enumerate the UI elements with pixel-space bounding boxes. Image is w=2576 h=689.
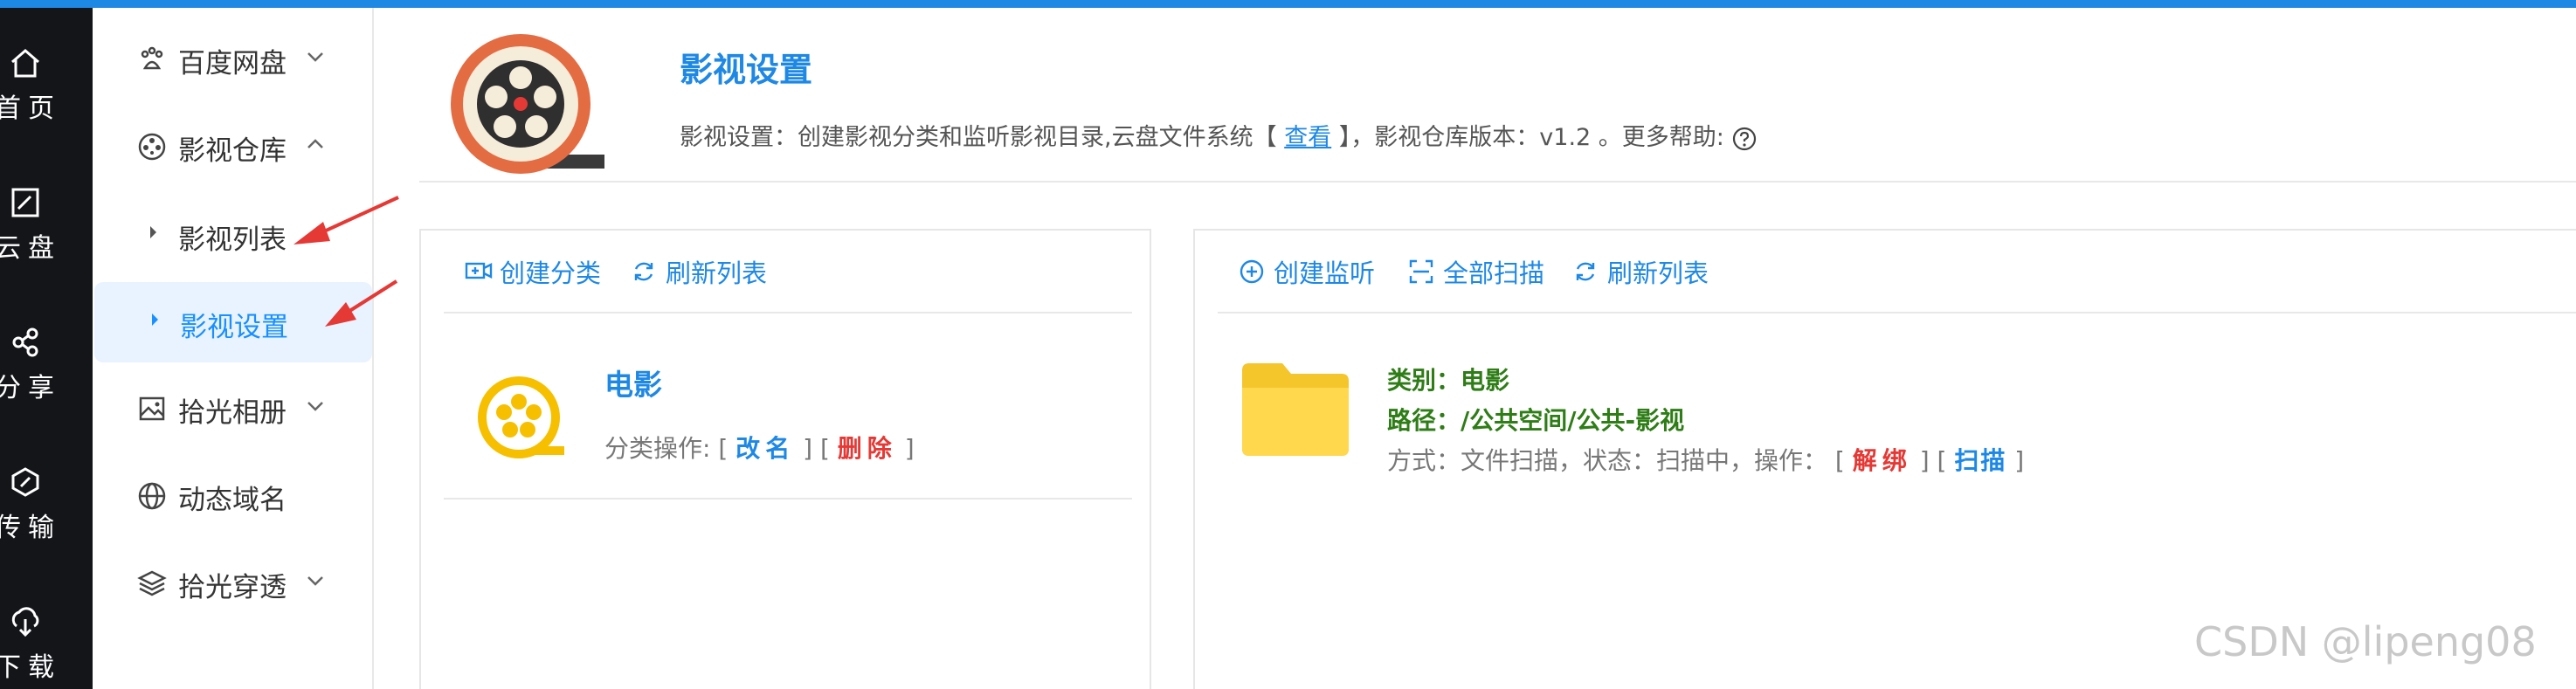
create-category-label: 创建分类 — [500, 258, 602, 288]
chevron-up-icon — [307, 139, 323, 148]
divider — [444, 312, 1132, 313]
bracket: [ — [718, 434, 729, 463]
transfer-icon — [11, 467, 39, 497]
nav-disk[interactable]: 云盘 — [0, 181, 93, 286]
chevron-down-icon — [307, 52, 323, 62]
nav-share[interactable]: 分享 — [0, 320, 93, 425]
watch-path: 路径：/公共空间/公共-影视 — [1387, 406, 1685, 435]
nav-home[interactable]: 首页 — [0, 41, 93, 146]
sidebar-item-photo-album-label: 拾光相册 — [178, 397, 287, 429]
sidebar-item-film-settings-label: 影视设置 — [180, 312, 288, 343]
bracket: ] — [904, 434, 915, 463]
refresh-category-label: 刷新列表 — [666, 258, 768, 288]
refresh-watch-label: 刷新列表 — [1607, 258, 1709, 288]
nav-download-label: 下载 — [0, 652, 61, 683]
scan-all-label: 全部扫描 — [1443, 258, 1545, 288]
chevron-down-icon — [307, 576, 323, 586]
bracket: [ — [819, 434, 830, 463]
watch-meta-text: 方式：文件扫描，状态：扫描中，操作： — [1387, 446, 1828, 475]
refresh-icon — [1576, 262, 1595, 281]
bracket: ] — [2014, 446, 2025, 475]
category-ops-label: 分类操作: — [604, 434, 711, 463]
nav-disk-label: 云盘 — [0, 233, 61, 264]
sidebar: 百度网盘 影视仓库 影视列表 影视设置 拾光相册 动态域名 拾光穿透 — [93, 8, 374, 689]
category-toolbar: 创建分类 刷新列表 — [421, 231, 1150, 313]
nav-share-label: 分享 — [0, 373, 61, 403]
sidebar-item-tunnel[interactable]: 拾光穿透 — [93, 544, 374, 623]
annotation-arrow — [325, 279, 398, 327]
divider — [1218, 312, 2576, 313]
bracket: [ — [1834, 446, 1845, 475]
divider — [444, 498, 1132, 500]
globe-icon — [138, 482, 166, 510]
bracket: ] — [1919, 446, 1930, 475]
chevron-down-icon — [307, 402, 323, 411]
sidebar-item-ddns[interactable]: 动态域名 — [93, 457, 374, 535]
rename-button[interactable]: 改名 — [736, 434, 795, 463]
folder-icon — [1242, 363, 1349, 456]
unbind-button[interactable]: 解绑 — [1853, 446, 1912, 475]
sidebar-item-tunnel-label: 拾光穿透 — [178, 572, 287, 603]
plus-circle-icon — [1240, 259, 1264, 284]
annotation-arrow — [294, 196, 399, 245]
left-nav: 首页 云盘 分享 传输 下载 — [0, 8, 93, 689]
scan-button[interactable]: 扫描 — [1954, 446, 2006, 475]
refresh-icon — [634, 262, 653, 281]
scan-icon — [1409, 259, 1433, 284]
film-reel-icon — [138, 133, 166, 161]
sidebar-item-photo-album[interactable]: 拾光相册 — [93, 369, 374, 448]
top-accent-bar — [0, 0, 2576, 8]
desc-prefix: 影视设置：创建影视分类和监听影视目录,云盘文件系统【 — [680, 124, 1277, 151]
page-title: 影视设置 — [680, 51, 813, 89]
caret-right-icon — [150, 226, 156, 238]
nav-download[interactable]: 下载 — [0, 600, 93, 689]
create-watch-label: 创建监听 — [1274, 258, 1376, 288]
sidebar-item-ddns-label: 动态域名 — [178, 485, 287, 516]
film-reel-logo-icon — [451, 34, 604, 174]
sidebar-item-film-repo[interactable]: 影视仓库 — [93, 107, 374, 186]
nav-home-label: 首页 — [0, 93, 61, 124]
category-ops: 分类操作: [ 改名 ] [ 删除 ] — [604, 430, 915, 465]
page-header: 影视设置 影视设置：创建影视分类和监听影视目录,云盘文件系统【 查看 】，影视仓… — [419, 8, 2576, 183]
layers-icon — [137, 570, 167, 596]
watch-toolbar: 创建监听 全部扫描 刷新列表 — [1195, 231, 2576, 313]
sidebar-item-baidu[interactable]: 百度网盘 — [93, 20, 374, 99]
desc-suffix: 】，影视仓库版本：v1.2 。更多帮助: — [1338, 124, 1724, 151]
home-icon — [11, 49, 39, 78]
category-name: 电影 — [604, 368, 662, 402]
bracket: [ — [1937, 446, 1947, 475]
sidebar-item-film-list-label: 影视列表 — [178, 224, 287, 256]
sidebar-item-film-repo-label: 影视仓库 — [178, 135, 287, 167]
bracket: ] — [803, 434, 813, 463]
download-icon — [11, 607, 39, 637]
paw-icon — [141, 46, 163, 70]
view-filesystem-link[interactable]: 查看 — [1284, 124, 1331, 151]
sidebar-item-baidu-label: 百度网盘 — [178, 48, 287, 79]
nav-transfer-label: 传输 — [0, 513, 61, 543]
photo-icon — [139, 396, 165, 421]
watch-meta: 方式：文件扫描，状态：扫描中，操作： [ 解绑 ] [ 扫描 ] — [1387, 442, 2024, 477]
page-description: 影视设置：创建影视分类和监听影视目录,云盘文件系统【 查看 】，影视仓库版本：v… — [680, 118, 1758, 152]
category-panel: 创建分类 刷新列表 电影 分类操作: [ 改名 ] [ 删除 ] — [419, 229, 1151, 689]
nav-transfer[interactable]: 传输 — [0, 460, 93, 565]
disk-icon — [11, 188, 39, 217]
watermark: CSDN @lipeng08 — [2194, 618, 2537, 665]
caret-right-icon — [152, 313, 158, 326]
help-icon[interactable] — [1731, 126, 1758, 152]
film-category-icon — [478, 376, 564, 458]
video-add-icon — [465, 262, 493, 279]
share-icon — [12, 327, 38, 357]
watch-type: 类别：电影 — [1387, 366, 1510, 395]
delete-button[interactable]: 删除 — [838, 434, 897, 463]
